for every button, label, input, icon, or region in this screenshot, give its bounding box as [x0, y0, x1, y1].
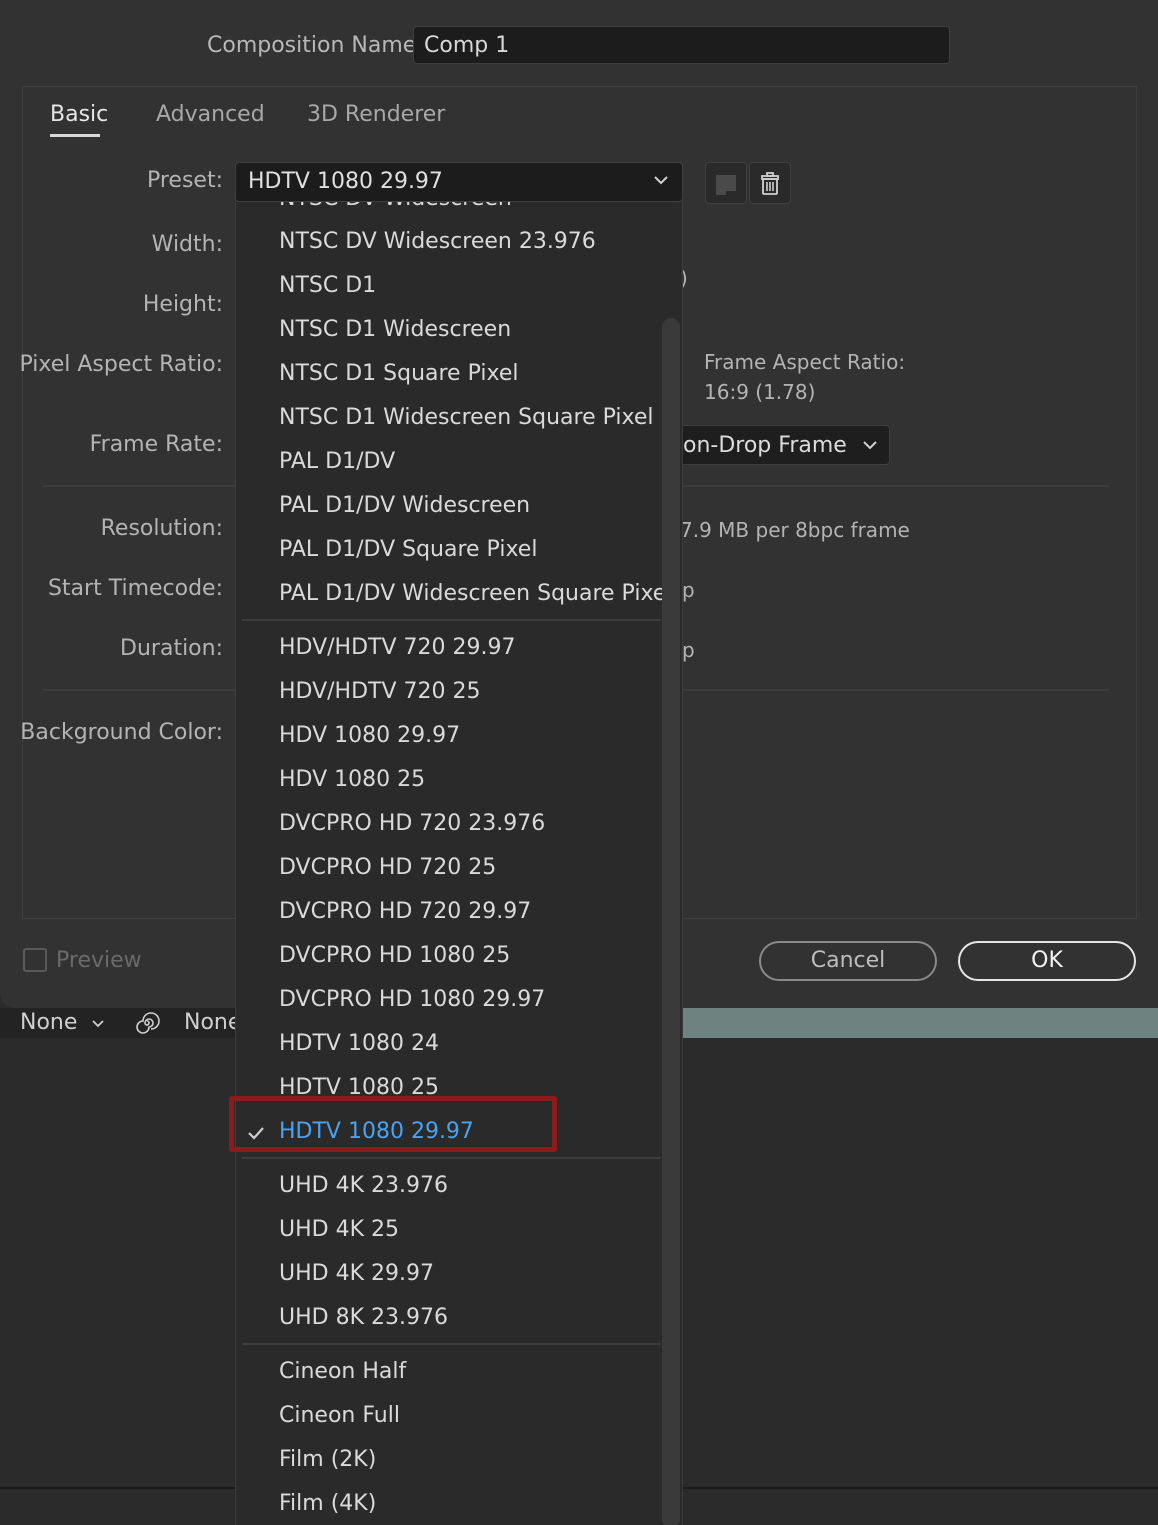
chevron-down-icon	[92, 1020, 104, 1028]
frame-aspect-ratio-label: Frame Aspect Ratio:	[704, 350, 906, 374]
pixel-aspect-ratio-label: Pixel Aspect Ratio:	[19, 352, 224, 377]
dropdown-item[interactable]: Film (4K)	[279, 1491, 376, 1516]
chevron-down-icon	[863, 441, 877, 450]
resolution-info: 7.9 MB per 8bpc frame	[680, 518, 910, 542]
timeline-strip	[683, 1008, 1158, 1038]
dropdown-item[interactable]: HDV/HDTV 720 25	[279, 679, 481, 704]
composition-name-input[interactable]: Comp 1	[413, 26, 950, 64]
dropdown-item[interactable]: DVCPRO HD 720 25	[279, 855, 496, 880]
dropdown-item[interactable]: Cineon Half	[279, 1359, 406, 1384]
dropdown-item[interactable]: UHD 4K 25	[279, 1217, 399, 1242]
preset-dropdown-menu[interactable]: NTSC DV Widescreen NTSC DV Widescreen 23…	[235, 202, 683, 1525]
start-timecode-label: Start Timecode:	[47, 576, 223, 601]
save-preset-icon	[716, 175, 736, 195]
resolution-label: Resolution:	[100, 516, 223, 541]
tab-active-underline	[50, 134, 100, 137]
trash-icon	[761, 172, 779, 195]
dropdown-item[interactable]: UHD 4K 23.976	[279, 1173, 448, 1198]
dropdown-item[interactable]: PAL D1/DV Widescreen Square Pixel	[279, 581, 672, 606]
duration-partial: p	[682, 638, 695, 662]
dropdown-item[interactable]: NTSC D1	[279, 273, 376, 298]
composition-name-label: Composition Name:	[207, 33, 424, 58]
dropdown-item[interactable]: NTSC DV Widescreen 23.976	[279, 229, 596, 254]
duration-label: Duration:	[120, 636, 223, 661]
dropdown-item[interactable]: PAL D1/DV	[279, 449, 395, 474]
frame-aspect-ratio-value: 16:9 (1.78)	[704, 380, 816, 404]
save-preset-button[interactable]	[705, 162, 747, 204]
dropdown-item[interactable]: NTSC D1 Widescreen Square Pixel	[279, 405, 653, 430]
dropdown-item[interactable]: NTSC D1 Square Pixel	[279, 361, 518, 386]
dropdown-item[interactable]: UHD 4K 29.97	[279, 1261, 434, 1286]
dropdown-item[interactable]: PAL D1/DV Square Pixel	[279, 537, 537, 562]
dropdown-item[interactable]: HDV 1080 29.97	[279, 723, 460, 748]
cancel-button[interactable]: Cancel	[759, 941, 937, 981]
dropdown-item[interactable]: PAL D1/DV Widescreen	[279, 493, 530, 518]
selection-highlight-box	[229, 1096, 557, 1152]
dropdown-item[interactable]: HDV/HDTV 720 29.97	[279, 635, 516, 660]
preset-select[interactable]: HDTV 1080 29.97	[235, 162, 683, 202]
dropdown-item[interactable]: DVCPRO HD 1080 25	[279, 943, 510, 968]
spiral-icon[interactable]	[134, 1010, 160, 1036]
start-timecode-partial: p	[682, 578, 695, 602]
dropdown-item[interactable]: UHD 8K 23.976	[279, 1305, 448, 1330]
dropdown-separator	[242, 619, 661, 621]
dropdown-item[interactable]: HDTV 1080 24	[279, 1031, 439, 1056]
dropdown-separator	[242, 1343, 661, 1345]
delete-preset-button[interactable]	[749, 162, 791, 204]
dropdown-item[interactable]: DVCPRO HD 1080 29.97	[279, 987, 545, 1012]
dropdown-separator	[242, 1157, 661, 1159]
dropdown-item[interactable]: DVCPRO HD 720 23.976	[279, 811, 545, 836]
frame-rate-label: Frame Rate:	[89, 432, 223, 457]
dropdown-item[interactable]: Film (2K)	[279, 1447, 376, 1472]
preset-value: HDTV 1080 29.97	[248, 169, 443, 194]
tab-advanced[interactable]: Advanced	[156, 102, 265, 127]
width-label: Width:	[151, 232, 223, 257]
dropdown-item[interactable]: DVCPRO HD 720 29.97	[279, 899, 531, 924]
ok-button[interactable]: OK	[958, 941, 1136, 981]
chevron-down-icon	[654, 176, 668, 185]
preset-label: Preset:	[146, 168, 223, 193]
drop-frame-value: on-Drop Frame	[683, 433, 847, 458]
drop-frame-select[interactable]: on-Drop Frame	[660, 425, 890, 465]
dropdown-item[interactable]: Cineon Full	[279, 1403, 400, 1428]
preview-label: Preview	[56, 948, 142, 973]
bottom-left-select[interactable]: None	[20, 1010, 77, 1035]
dropdown-scrollbar[interactable]	[662, 318, 680, 1525]
height-label: Height:	[142, 292, 223, 317]
dropdown-item[interactable]: NTSC D1 Widescreen	[279, 317, 511, 342]
preview-checkbox[interactable]	[23, 948, 47, 972]
tab-basic[interactable]: Basic	[50, 102, 108, 127]
tab-3d-renderer[interactable]: 3D Renderer	[307, 102, 445, 127]
background-color-label: Background Color:	[20, 720, 223, 745]
bottom-right-select[interactable]: None	[184, 1010, 241, 1035]
dropdown-item[interactable]: NTSC DV Widescreen	[279, 202, 512, 211]
dropdown-item[interactable]: HDV 1080 25	[279, 767, 425, 792]
